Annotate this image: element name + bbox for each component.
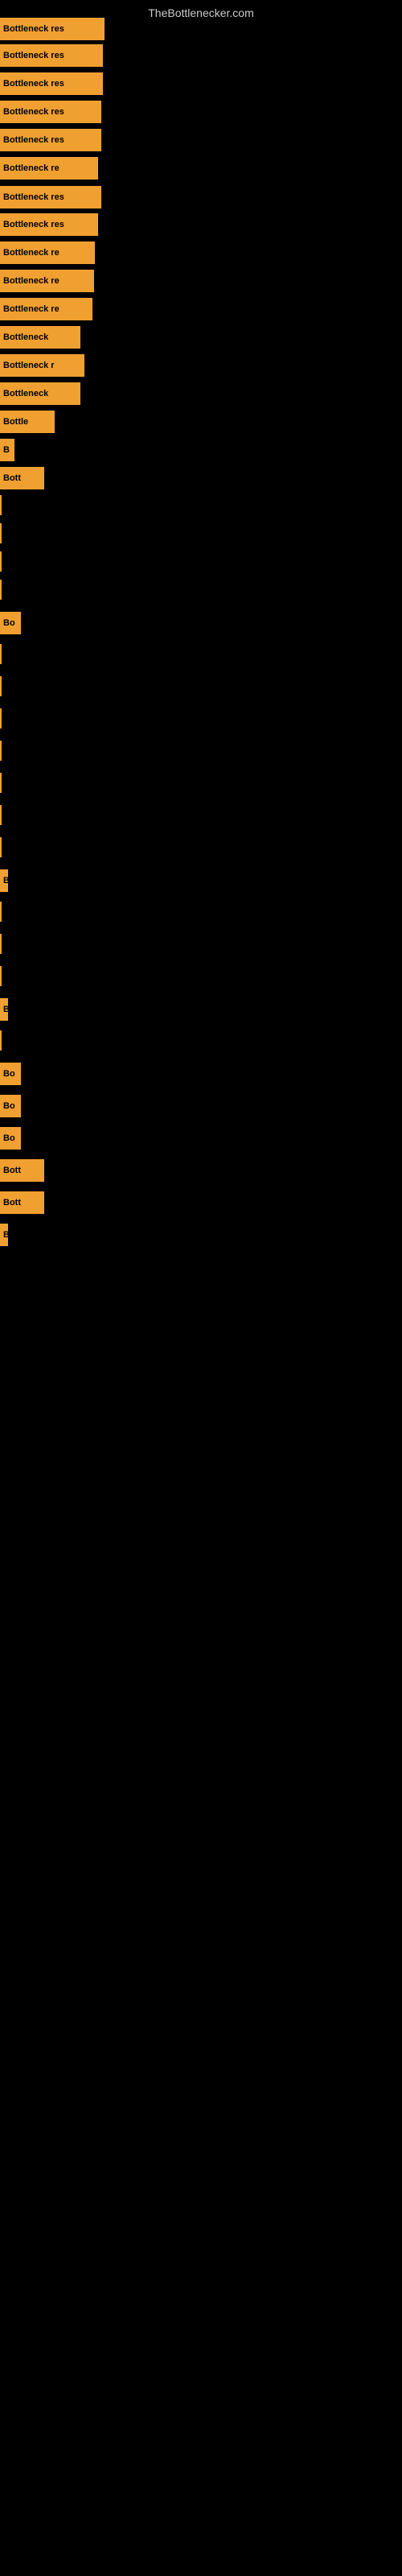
bar-label: Bottleneck re <box>3 304 59 314</box>
bar-item <box>0 805 2 825</box>
bar-label: Bottleneck <box>3 389 48 398</box>
bar-item: B <box>0 1224 8 1246</box>
bar-item: Bottleneck re <box>0 298 92 320</box>
bar-item <box>0 1030 2 1051</box>
bar-label: Bottleneck res <box>3 220 64 229</box>
bar-item: Bottleneck re <box>0 270 94 292</box>
bar-item <box>0 523 2 543</box>
bar-item: Bottleneck r <box>0 354 84 377</box>
bar-label: Bottleneck res <box>3 24 64 34</box>
bar-label: Bottleneck res <box>3 135 64 145</box>
bar-label: Bo <box>3 1069 15 1079</box>
bar-item <box>0 551 2 572</box>
bar-label: B <box>3 445 10 455</box>
bar-label: Bo <box>3 1133 15 1143</box>
bar-item <box>0 934 2 954</box>
bar-item: Bottleneck <box>0 382 80 405</box>
bar-item: Bott <box>0 467 44 489</box>
bar-item <box>0 902 2 922</box>
bar-item: Bo <box>0 612 21 634</box>
bar-label: Bottleneck res <box>3 51 64 60</box>
bar-item <box>0 773 2 793</box>
bar-item: Bottle <box>0 411 55 433</box>
bar-item: Bottleneck <box>0 326 80 349</box>
bar-item <box>0 741 2 761</box>
bar-label: Bott <box>3 1166 21 1175</box>
bar-item <box>0 495 2 515</box>
bar-item: Bottleneck res <box>0 72 103 95</box>
bar-item <box>0 966 2 986</box>
bar-item: Bott <box>0 1159 44 1182</box>
bar-item: Bo <box>0 1095 21 1117</box>
bar-label: Bo <box>3 1101 15 1111</box>
bar-item <box>0 580 2 600</box>
bar-label: Bottleneck re <box>3 276 59 286</box>
bar-item: Bottleneck res <box>0 213 98 236</box>
bar-item <box>0 644 2 664</box>
bar-item: B <box>0 998 8 1021</box>
bar-item <box>0 708 2 729</box>
bar-item: Bo <box>0 1127 21 1150</box>
bar-label: Bottleneck re <box>3 163 59 173</box>
bar-item: Bo <box>0 1063 21 1085</box>
bar-label: B <box>3 1230 8 1240</box>
bar-label: B <box>3 876 8 886</box>
bar-item: Bottleneck res <box>0 44 103 67</box>
bar-label: Bott <box>3 473 21 483</box>
bar-label: B <box>3 1005 8 1014</box>
bar-item: Bott <box>0 1191 44 1214</box>
bar-label: Bottleneck res <box>3 79 64 89</box>
bar-item: Bottleneck res <box>0 186 101 208</box>
bar-item: Bottleneck res <box>0 101 101 123</box>
bar-label: Bottleneck re <box>3 248 59 258</box>
bar-label: Bott <box>3 1198 21 1208</box>
bar-item: Bottleneck res <box>0 18 105 40</box>
bar-label: Bo <box>3 618 15 628</box>
bar-label: Bottleneck res <box>3 192 64 202</box>
bar-item: B <box>0 869 8 892</box>
bar-item: Bottleneck res <box>0 129 101 151</box>
bar-label: Bottleneck <box>3 332 48 342</box>
bar-item: B <box>0 439 14 461</box>
bar-item: Bottleneck re <box>0 157 98 180</box>
bar-item <box>0 837 2 857</box>
bar-label: Bottle <box>3 417 28 427</box>
bar-item: Bottleneck re <box>0 242 95 264</box>
bar-label: Bottleneck res <box>3 107 64 117</box>
bar-label: Bottleneck r <box>3 361 55 370</box>
bar-item <box>0 676 2 696</box>
